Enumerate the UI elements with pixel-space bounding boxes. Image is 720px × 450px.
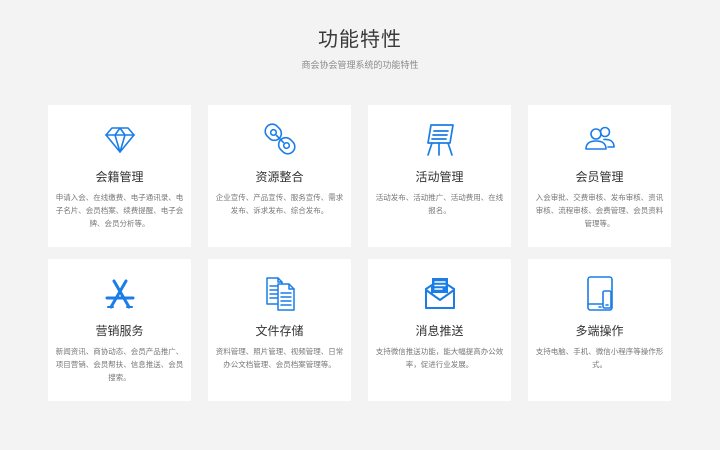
- feature-card-storage[interactable]: 文件存储 资料管理、照片管理、视频管理、日常办公文档管理、会员档案管理等。: [208, 259, 351, 401]
- feature-card-push[interactable]: 消息推送 支持微信推送功能，能大幅提高办公效率，促进行业发展。: [368, 259, 511, 401]
- envelope-icon: [368, 273, 511, 313]
- feature-description: 入会审批、交费审核、发布审核、资讯审核、流程审核、会费管理、会员资料管理等。: [535, 193, 664, 228]
- feature-description: 申请入会、在线缴费、电子通讯录、电子名片、会员档案、续费提醒、电子会牌、会员分析…: [55, 193, 184, 228]
- feature-description: 资料管理、照片管理、视频管理、日常办公文档管理、会员档案管理等。: [215, 347, 344, 369]
- feature-grid: 会籍管理 申请入会、在线缴费、电子通讯录、电子名片、会员档案、续费提醒、电子会牌…: [48, 105, 672, 401]
- page-subtitle: 商会协会管理系统的功能特性: [301, 61, 419, 71]
- feature-card-membership[interactable]: 会籍管理 申请入会、在线缴费、电子通讯录、电子名片、会员档案、续费提醒、电子会牌…: [48, 105, 191, 247]
- feature-title: 会员管理: [575, 170, 624, 184]
- page-title: 功能特性: [318, 27, 402, 51]
- members-icon: [528, 119, 671, 159]
- feature-title: 文件存储: [255, 324, 304, 338]
- feature-description: 支持微信推送功能，能大幅提高办公效率，促进行业发展。: [375, 347, 504, 369]
- feature-description: 活动发布、活动推广、活动费用、在线报名。: [375, 193, 504, 215]
- feature-card-marketing[interactable]: 营销服务 新闻资讯、商协动态、会员产品推广、项目营销、会员帮扶、信息推送、会员搜…: [48, 259, 191, 401]
- documents-icon: [208, 273, 351, 313]
- feature-card-members[interactable]: 会员管理 入会审批、交费审核、发布审核、资讯审核、流程审核、会费管理、会员资料管…: [528, 105, 671, 247]
- app-store-icon: [48, 273, 191, 313]
- feature-card-activities[interactable]: 活动管理 活动发布、活动推广、活动费用、在线报名。: [368, 105, 511, 247]
- feature-title: 会籍管理: [95, 170, 144, 184]
- feature-title: 消息推送: [415, 324, 464, 338]
- devices-icon: [528, 273, 671, 313]
- feature-title: 多端操作: [575, 324, 624, 338]
- feature-card-multi-device[interactable]: 多端操作 支持电脑、手机、微信小程序等操作形式。: [528, 259, 671, 401]
- feature-card-resources[interactable]: 资源整合 企业宣传、产品宣传、服务宣传、需求发布、诉求发布、综合发布。: [208, 105, 351, 247]
- feature-title: 营销服务: [95, 324, 144, 338]
- easel-board-icon: [368, 119, 511, 159]
- chain-link-icon: [208, 119, 351, 159]
- diamond-icon: [48, 119, 191, 159]
- feature-title: 资源整合: [255, 170, 304, 184]
- feature-description: 新闻资讯、商协动态、会员产品推广、项目营销、会员帮扶、信息推送、会员搜索。: [55, 347, 184, 382]
- feature-description: 支持电脑、手机、微信小程序等操作形式。: [535, 347, 664, 369]
- feature-title: 活动管理: [415, 170, 464, 184]
- feature-description: 企业宣传、产品宣传、服务宣传、需求发布、诉求发布、综合发布。: [215, 193, 344, 215]
